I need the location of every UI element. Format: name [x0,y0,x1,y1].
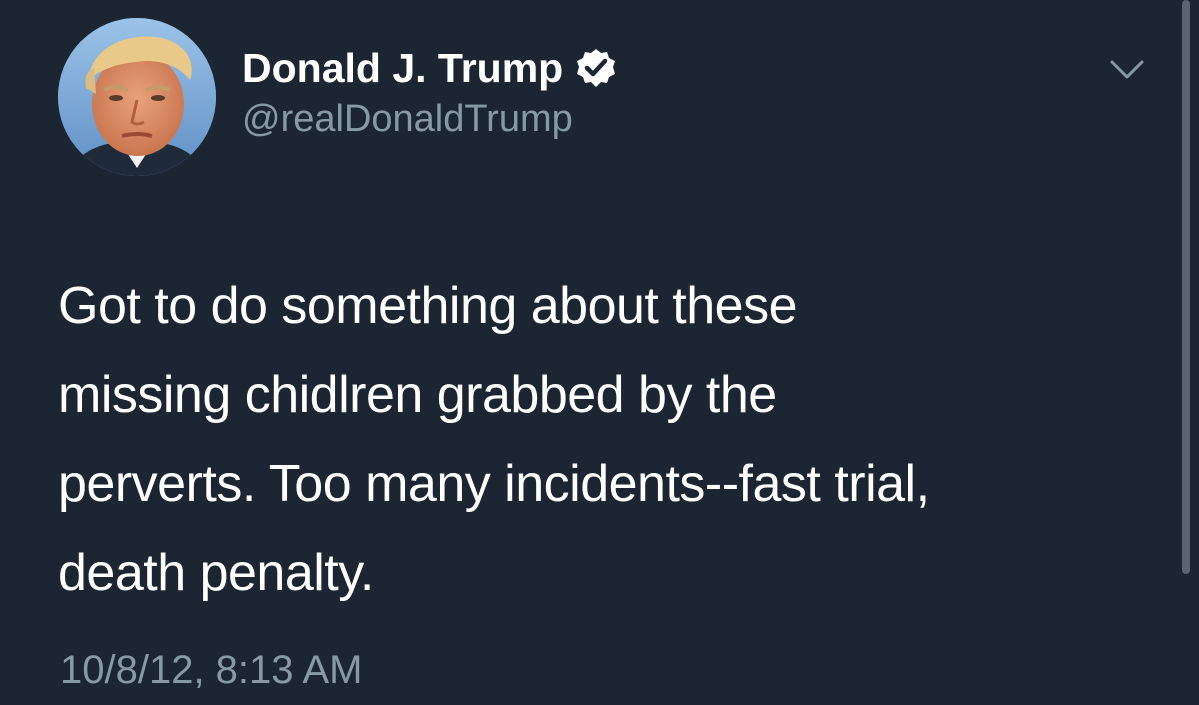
tweet-timestamp[interactable]: 10/8/12, 8:13 AM [60,648,362,693]
chevron-down-icon[interactable] [1108,56,1146,84]
avatar-image [58,18,216,176]
verified-badge-icon [575,47,617,89]
author-avatar[interactable] [58,18,216,176]
tweet-text: Got to do something about these missing … [58,277,930,602]
tweet-card: Donald J. Trump @realDonaldTrump Got to … [0,0,1199,705]
scrollbar[interactable] [1182,0,1190,574]
author-display-name[interactable]: Donald J. Trump [242,45,563,92]
author-name-row[interactable]: Donald J. Trump [242,40,617,96]
author-handle[interactable]: @realDonaldTrump [242,98,573,141]
